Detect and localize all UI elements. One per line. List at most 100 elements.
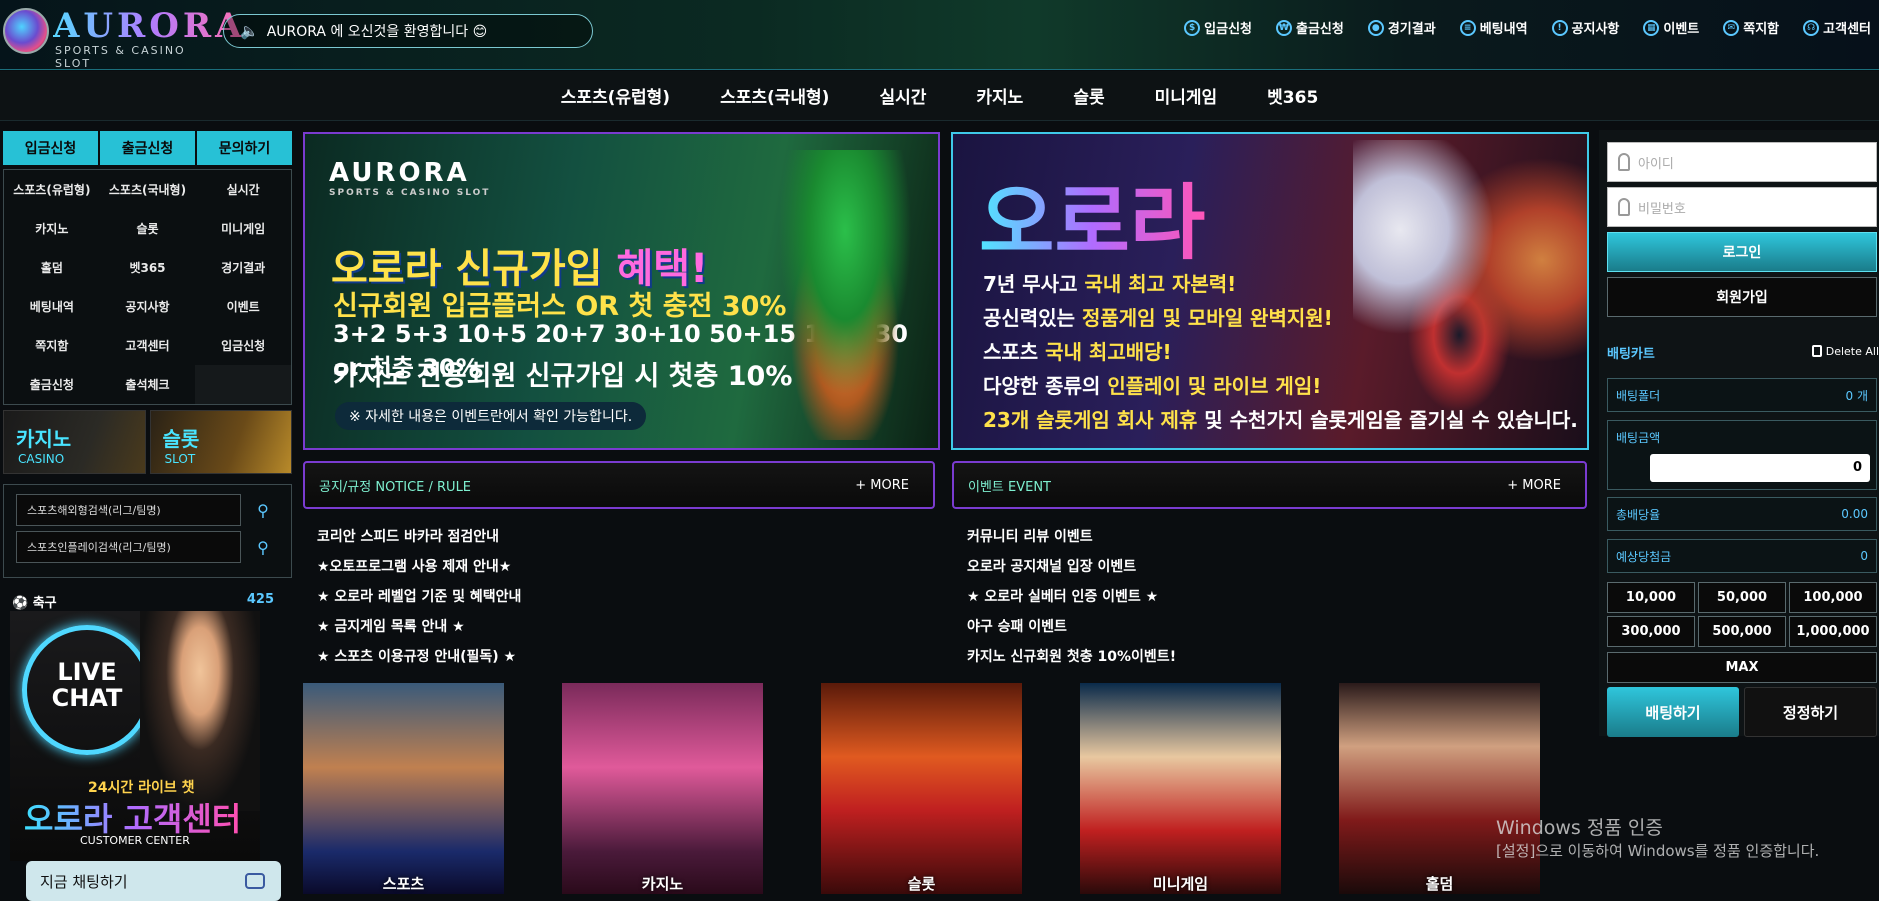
- slot-promo[interactable]: 슬롯 SLOT: [149, 410, 292, 474]
- topnav-event[interactable]: ▦ 이벤트: [1643, 18, 1699, 37]
- line-text: 다양한 종류의: [983, 374, 1108, 398]
- mainnav-live[interactable]: 실시간: [879, 83, 926, 108]
- sidebar-item[interactable]: 카지노: [4, 209, 100, 248]
- sidebar-item[interactable]: 쪽지함: [4, 326, 100, 365]
- topnav-results[interactable]: ● 경기결과: [1367, 18, 1436, 37]
- topnav-deposit[interactable]: $ 입금신청: [1184, 18, 1252, 37]
- topnav-messages[interactable]: ✉ 쪽지함: [1723, 18, 1779, 37]
- search-icon[interactable]: ⚲: [247, 494, 279, 526]
- tab-inquiry[interactable]: 문의하기: [197, 131, 292, 165]
- chip-button[interactable]: 300,000: [1607, 616, 1695, 647]
- login-button[interactable]: 로그인: [1607, 232, 1877, 272]
- sidebar-item[interactable]: 스포츠(유럽형): [4, 170, 100, 209]
- username-field[interactable]: 아이디: [1607, 142, 1877, 182]
- aurora-features-banner[interactable]: 오로라 7년 무사고 국내 최고 자본력! 공신력있는 정품게임 및 모바일 완…: [951, 132, 1589, 450]
- livechat-widget[interactable]: LIVE CHAT 24시간 라이브 챗 오로라 고객센터 CUSTOMER C…: [10, 611, 260, 861]
- sidebar-item[interactable]: 미니게임: [195, 209, 291, 248]
- sidebar-item[interactable]: 홀덤: [4, 248, 100, 287]
- sidebar-item[interactable]: 입금신청: [195, 326, 291, 365]
- sidebar-item[interactable]: 슬롯: [100, 209, 196, 248]
- chip-button[interactable]: 500,000: [1698, 616, 1786, 647]
- max-button[interactable]: MAX: [1607, 652, 1877, 683]
- list-item[interactable]: 카지노 신규회원 첫충 10%이벤트!: [967, 642, 1176, 672]
- bet-folder-value: 0 개: [1845, 388, 1869, 403]
- list-item[interactable]: 커뮤니티 리뷰 이벤트: [967, 522, 1176, 552]
- reset-bet-button[interactable]: 정정하기: [1744, 687, 1877, 737]
- game-card-minigame[interactable]: 미니게임: [1080, 683, 1281, 894]
- search-icon[interactable]: ⚲: [247, 531, 279, 563]
- tab-withdraw[interactable]: 출금신청: [100, 131, 195, 165]
- sidebar-item[interactable]: 이벤트: [195, 287, 291, 326]
- bet-folder-row: 배팅폴더 0 개: [1607, 378, 1877, 412]
- game-card-slot[interactable]: 슬롯: [821, 683, 1022, 894]
- line-highlight: 정품게임 및 모바일 완벽지원!: [1081, 306, 1333, 330]
- sidebar-item[interactable]: 스포츠(국내형): [100, 170, 196, 209]
- list-item[interactable]: ★ 오로라 실베터 인증 이벤트 ★: [967, 582, 1176, 612]
- list-item[interactable]: 야구 승패 이벤트: [967, 612, 1176, 642]
- topnav-notice[interactable]: ! 공지사항: [1551, 18, 1619, 37]
- sidebar-item[interactable]: 베팅내역: [4, 287, 100, 326]
- chip-button[interactable]: 10,000: [1607, 582, 1695, 613]
- logo-text: AURORA: [53, 6, 246, 46]
- mainnav-sports-domestic[interactable]: 스포츠(국내형): [720, 83, 829, 108]
- mainnav-slot[interactable]: 슬롯: [1073, 83, 1104, 108]
- notice-more-link[interactable]: + MORE: [855, 478, 909, 493]
- leprechaun-illustration: [760, 150, 930, 440]
- mainnav-bet365[interactable]: 벳365: [1267, 83, 1318, 108]
- main-nav: 스포츠(유럽형) 스포츠(국내형) 실시간 카지노 슬롯 미니게임 벳365: [0, 71, 1879, 121]
- logo-tagline: SPORTS & CASINO SLOT: [55, 44, 186, 70]
- topnav-bethistory[interactable]: ≡ 베팅내역: [1459, 18, 1528, 37]
- signup-bonus-banner[interactable]: AURORA SPORTS & CASINO SLOT 오로라 신규가입 혜택! …: [303, 132, 940, 450]
- banner-logo-tagline: SPORTS & CASINO SLOT: [329, 188, 491, 198]
- site-logo[interactable]: AURORA SPORTS & CASINO SLOT: [3, 6, 242, 70]
- event-title: 이벤트 EVENT: [968, 479, 1051, 495]
- sidebar-item[interactable]: 출금신청: [4, 365, 100, 404]
- search-input-inplay[interactable]: 스포츠인플레이검색(리그/팀명): [16, 531, 241, 563]
- banner-line: 23개 슬롯게임 회사 제휴 및 수천가지 슬롯게임을 즐기실 수 있습니다.: [983, 404, 1578, 433]
- chip-button[interactable]: 100,000: [1789, 582, 1877, 613]
- username-placeholder: 아이디: [1638, 156, 1674, 172]
- place-bet-button[interactable]: 배팅하기: [1607, 687, 1739, 737]
- sidebar-item[interactable]: 실시간: [195, 170, 291, 209]
- soccer-ball-icon: ⚽: [12, 596, 33, 611]
- mainnav-casino[interactable]: 카지노: [976, 83, 1023, 108]
- delete-all-button[interactable]: Delete All: [1811, 345, 1879, 358]
- list-item[interactable]: ★ 금지게임 목록 안내 ★: [317, 612, 521, 642]
- banner-line: 다양한 종류의 인플레이 및 라이브 게임!: [983, 370, 1321, 399]
- list-item[interactable]: ★오토프로그램 사용 제재 안내★: [317, 552, 521, 582]
- dollar-icon: $: [1184, 19, 1201, 36]
- casino-promo[interactable]: 카지노 CASINO: [3, 410, 146, 474]
- topnav-withdraw[interactable]: ₩ 출금신청: [1276, 18, 1344, 37]
- sidebar-item[interactable]: 출석체크: [100, 365, 196, 404]
- topnav-support[interactable]: ☊ 고객센터: [1803, 18, 1871, 37]
- sidebar-item[interactable]: 공지사항: [100, 287, 196, 326]
- mainnav-sports-euro[interactable]: 스포츠(유럽형): [561, 83, 670, 108]
- sidebar-item[interactable]: 경기결과: [195, 248, 291, 287]
- start-chat-button[interactable]: 지금 채팅하기: [26, 861, 281, 901]
- list-item[interactable]: 코리안 스피드 바카라 점검안내: [317, 522, 521, 552]
- banner-line: 카지노 전용회원 신규가입 시 첫충 10%: [333, 361, 793, 392]
- game-card-casino[interactable]: 카지노: [562, 683, 763, 894]
- tab-deposit[interactable]: 입금신청: [3, 131, 98, 165]
- total-odds-value: 0.00: [1841, 507, 1868, 521]
- password-field[interactable]: 비밀번호: [1607, 187, 1877, 227]
- top-nav: $ 입금신청 ₩ 출금신청 ● 경기결과 ≡ 베팅내역 ! 공지사항 ▦ 이벤트 ✉ 쪽지함 …: [1160, 18, 1871, 37]
- search-input-overseas[interactable]: 스포츠해외형검색(리그/팀명): [16, 494, 241, 526]
- lock-icon: [1618, 198, 1630, 216]
- game-card-sports[interactable]: 스포츠: [303, 683, 504, 894]
- bet-amount-input[interactable]: 0: [1650, 454, 1870, 482]
- signup-button[interactable]: 회원가입: [1607, 277, 1877, 317]
- list-item[interactable]: ★ 오로라 레벨업 기준 및 혜택안내: [317, 582, 521, 612]
- list-item[interactable]: 오로라 공지채널 입장 이벤트: [967, 552, 1176, 582]
- sidebar-item[interactable]: 고객센터: [100, 326, 196, 365]
- expected-payout-label: 예상당첨금: [1616, 549, 1672, 564]
- chip-button[interactable]: 50,000: [1698, 582, 1786, 613]
- event-more-link[interactable]: + MORE: [1507, 478, 1561, 493]
- list-item[interactable]: ★ 스포츠 이용규정 안내(필독) ★: [317, 642, 521, 672]
- sport-list-item[interactable]: ⚽ 축구 425: [12, 592, 274, 611]
- chip-button[interactable]: 1,000,000: [1789, 616, 1877, 647]
- mainnav-minigame[interactable]: 미니게임: [1155, 83, 1218, 108]
- game-card-holdem[interactable]: 홀덤: [1339, 683, 1540, 894]
- sidebar-item[interactable]: 벳365: [100, 248, 196, 287]
- windows-activation-text: [설정]으로 이동하여 Windows를 정품 인증합니다.: [1496, 842, 1820, 860]
